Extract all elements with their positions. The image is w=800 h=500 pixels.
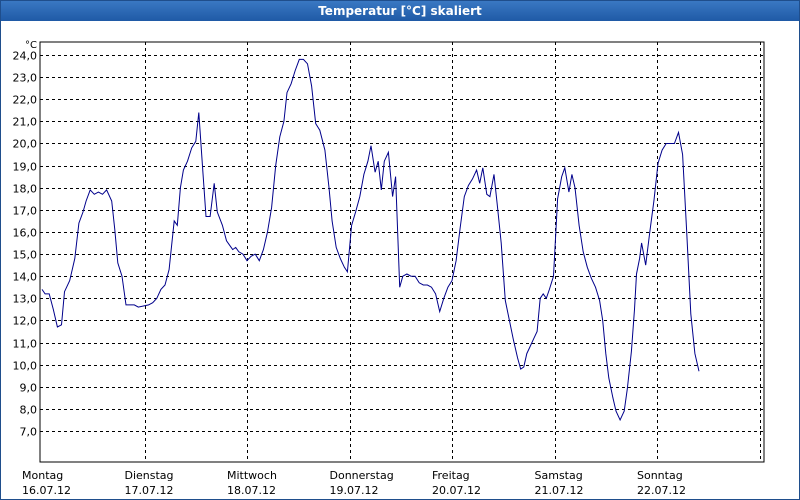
y-tick-label: 15,0 [13, 249, 38, 262]
x-tick-day: Samstag [535, 469, 583, 482]
y-tick-label: 9,0 [20, 382, 38, 395]
x-tick-day: Dienstag [125, 469, 174, 482]
x-tick-date: 21.07.12 [535, 484, 584, 497]
x-tick-date: 16.07.12 [22, 484, 71, 497]
y-tick-label: 20,0 [13, 138, 38, 151]
y-tick-label: 21,0 [13, 116, 38, 129]
x-tick-day: Mittwoch [227, 469, 277, 482]
x-tick-date: 18.07.12 [227, 484, 276, 497]
y-unit-label: °C [25, 40, 37, 51]
y-tick-label: 12,0 [13, 315, 38, 328]
y-tick-label: 10,0 [13, 360, 38, 373]
y-tick-label: 18,0 [13, 183, 38, 196]
x-tick-date: 20.07.12 [432, 484, 481, 497]
x-tick-day: Montag [22, 469, 63, 482]
y-tick-label: 23,0 [13, 72, 38, 85]
y-tick-label: 19,0 [13, 161, 38, 174]
temperature-chart: 24,0 23,0 22,0 21,0 20,0 19,0 18,0 17,0 16,0 15,0… [13, 40, 765, 497]
y-tick-label: 8,0 [20, 404, 38, 417]
x-tick-day: Freitag [432, 469, 470, 482]
y-tick-label: 7,0 [20, 426, 38, 439]
y-tick-label: 22,0 [13, 94, 38, 107]
x-tick-date: 19.07.12 [330, 484, 379, 497]
y-tick-label: 13,0 [13, 293, 38, 306]
y-tick-label: 14,0 [13, 271, 38, 284]
x-tick-day: Sonntag [637, 469, 683, 482]
x-tick-date: 22.07.12 [637, 484, 686, 497]
y-tick-label: 11,0 [13, 338, 38, 351]
y-tick-label: 17,0 [13, 205, 38, 218]
x-tick-date: 17.07.12 [125, 484, 174, 497]
y-tick-label: 16,0 [13, 227, 38, 240]
x-tick-day: Donnerstag [330, 469, 394, 482]
plot-frame [39, 41, 765, 463]
y-tick-label: 24,0 [13, 50, 38, 63]
